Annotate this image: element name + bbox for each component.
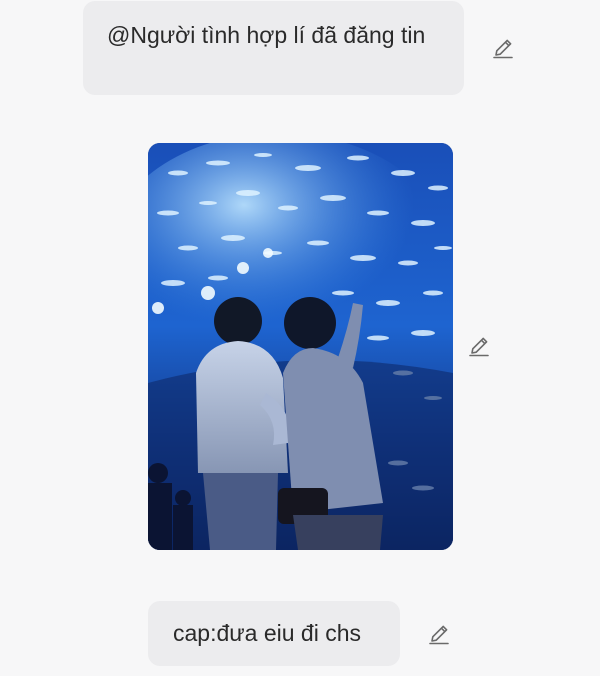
pencil-edit-icon [469, 337, 489, 357]
photo-message[interactable] [148, 143, 453, 550]
message-text-caption: cap:đưa eiu đi chs [173, 620, 362, 646]
message-bubble-top[interactable]: @Người tình hợp lí đã đăng tin [83, 1, 464, 95]
aquarium-couple-photo [148, 143, 453, 550]
message-bubble-caption[interactable]: cap:đưa eiu đi chs [148, 601, 400, 666]
edit-photo-button[interactable] [466, 333, 492, 359]
pencil-edit-icon [493, 39, 513, 59]
edit-message-top-button[interactable] [490, 35, 516, 61]
edit-caption-button[interactable] [426, 621, 452, 647]
pencil-edit-icon [429, 625, 449, 645]
message-text-top: @Người tình hợp lí đã đăng tin [107, 22, 426, 48]
